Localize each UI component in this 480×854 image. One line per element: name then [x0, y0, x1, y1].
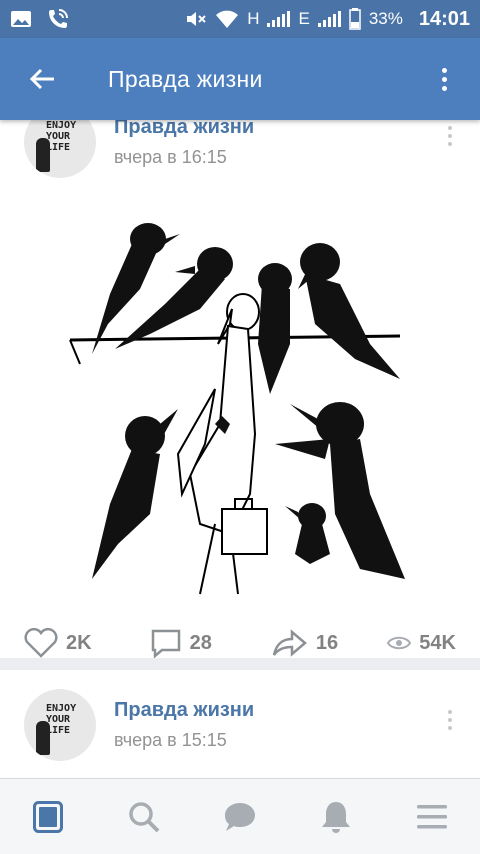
avatar-text: ENJOY YOUR LIFE: [46, 703, 77, 736]
nav-search[interactable]: [116, 789, 172, 845]
share-button[interactable]: 16: [272, 629, 338, 657]
share-icon: [272, 629, 307, 657]
comments-count: 28: [189, 631, 212, 654]
comment-icon: [151, 629, 180, 658]
gallery-icon: [11, 11, 31, 27]
post-menu-button[interactable]: [448, 126, 452, 146]
likes-count: 2K: [66, 631, 92, 654]
back-button[interactable]: [16, 53, 68, 105]
overflow-menu-button[interactable]: [424, 53, 464, 105]
post: ENJOY YOUR LIFE Правда жизни вчера в 15:…: [0, 670, 480, 778]
views-counter: 54K: [387, 632, 456, 655]
like-button[interactable]: 2K: [24, 628, 92, 658]
crows-heron-illustration: [69, 223, 405, 595]
avatar-figure: [36, 721, 50, 755]
nav-menu[interactable]: [404, 789, 460, 845]
bottom-navigation: [0, 778, 480, 854]
post-date: вчера в 16:15: [114, 147, 227, 167]
battery-icon: [349, 8, 361, 30]
news-icon: [33, 800, 63, 833]
post-actions: 2K 28 16 54K: [0, 618, 480, 668]
page-title: Правда жизни: [108, 65, 263, 92]
network-type-e: E: [298, 9, 310, 28]
heart-icon: [24, 628, 58, 658]
messages-icon: [225, 802, 255, 831]
shares-count: 16: [315, 631, 339, 654]
post-menu-button[interactable]: [448, 710, 452, 730]
avatar[interactable]: ENJOY YOUR LIFE: [24, 120, 96, 178]
search-icon: [129, 801, 160, 832]
notifications-icon: [322, 801, 350, 833]
post-date: вчера в 15:15: [114, 730, 227, 750]
nav-messages[interactable]: [212, 789, 268, 845]
post-author[interactable]: Правда жизни: [114, 699, 254, 722]
nav-notifications[interactable]: [308, 789, 364, 845]
arrow-back-icon: [29, 68, 54, 90]
mute-icon: [187, 12, 206, 26]
avatar-figure: [36, 138, 50, 172]
news-feed[interactable]: ENJOY YOUR LIFE Правда жизни вчера в 16:…: [0, 120, 480, 778]
post: ENJOY YOUR LIFE Правда жизни вчера в 16:…: [0, 120, 480, 658]
signal-icon: [267, 11, 291, 27]
network-type-h: H: [247, 9, 260, 28]
avatar-text: ENJOY YOUR LIFE: [46, 120, 77, 153]
post-header: ENJOY YOUR LIFE Правда жизни вчера в 15:…: [0, 670, 480, 778]
post-image[interactable]: [0, 194, 480, 614]
avatar[interactable]: ENJOY YOUR LIFE: [24, 689, 96, 761]
post-author[interactable]: Правда жизни: [114, 120, 254, 139]
wifi-icon: [216, 10, 239, 28]
views-count: 54K: [419, 631, 456, 654]
wifi-call-icon: [49, 9, 68, 28]
eye-icon: [387, 636, 412, 650]
comment-button[interactable]: 28: [150, 628, 212, 658]
clock: 14:01: [418, 7, 470, 30]
post-header: ENJOY YOUR LIFE Правда жизни вчера в 16:…: [0, 120, 480, 188]
app-bar: Правда жизни: [0, 38, 480, 120]
status-bar: H E 33% 14:01: [0, 0, 480, 38]
signal-icon-2: [317, 11, 341, 27]
menu-icon: [417, 804, 447, 828]
battery-level: 33%: [368, 9, 403, 28]
nav-news[interactable]: [20, 789, 76, 845]
